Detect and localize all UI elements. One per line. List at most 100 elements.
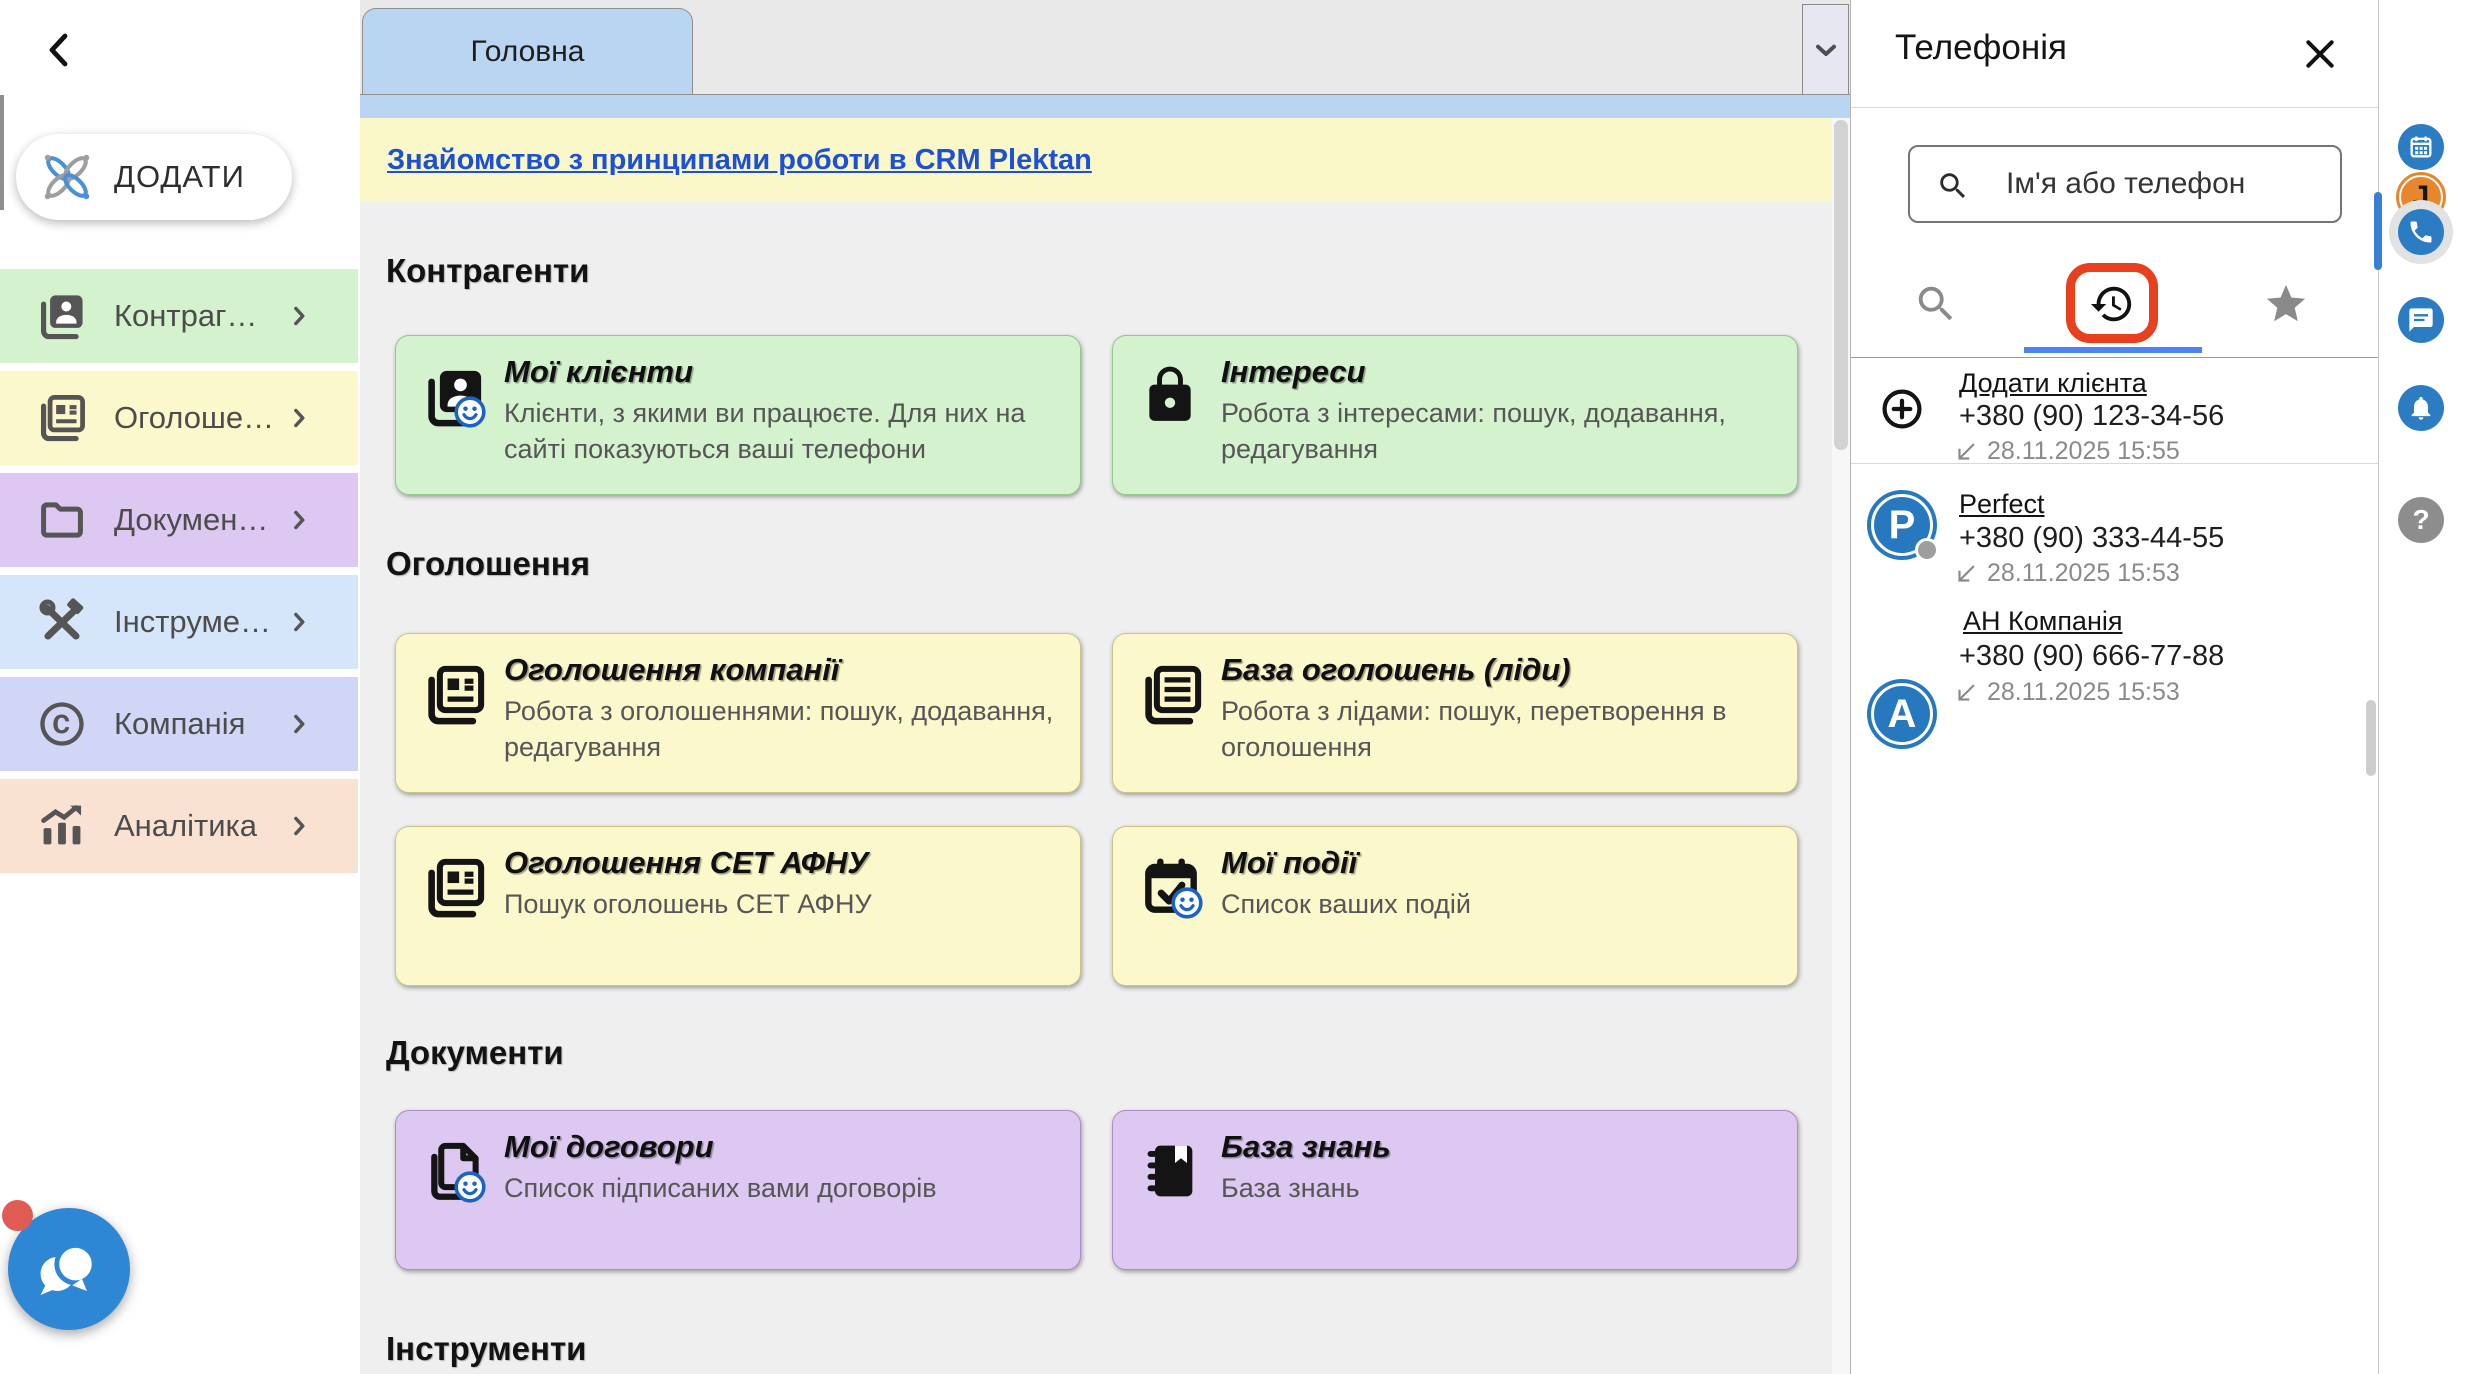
calendar-icon[interactable] [2398, 124, 2444, 170]
sidebar-item-tools[interactable]: Інструме… [0, 575, 358, 669]
history-timestamp: 28.11.2025 15:55 [1987, 437, 2180, 466]
sidebar-item-analytics[interactable]: Аналітика [0, 779, 358, 873]
contacts-icon [36, 290, 88, 342]
add-button[interactable]: ДОДАТИ [16, 134, 292, 220]
history-time-row: 28.11.2025 15:53 [1953, 559, 2180, 588]
sidebar-item-label: Оголоше… [114, 400, 284, 436]
sidebar-item-counterparties[interactable]: Контраг… [0, 269, 358, 363]
smiley-badge-icon [452, 1169, 488, 1205]
crm-app-window: ДОДАТИ Контраг… Оголоше… Докумен… Інстру… [0, 0, 2470, 1374]
panel-scrollbar-thumb[interactable] [2366, 700, 2376, 776]
close-icon[interactable] [2300, 34, 2340, 74]
tab-phone-favorites[interactable] [2256, 274, 2316, 334]
history-phone: +380 (90) 333-44-55 [1959, 522, 2224, 555]
history-phone: +380 (90) 666-77-88 [1959, 640, 2224, 673]
sidebar-item-label: Компанія [114, 706, 284, 742]
active-tab-underline [2024, 347, 2202, 353]
card-title: Оголошення СЕТ АФНУ [504, 845, 868, 881]
status-dot [1915, 538, 1939, 562]
help-icon[interactable]: ? [2398, 497, 2444, 543]
tab-home[interactable]: Головна [362, 8, 693, 95]
history-contact-link[interactable]: Perfect [1959, 489, 2045, 520]
sidebar-item-label: Контраг… [114, 298, 284, 334]
card-description: Список підписаних вами договорів [504, 1171, 1056, 1207]
card-interests[interactable]: Інтереси Робота з інтересами: пошук, дод… [1112, 335, 1798, 495]
phone-search-input[interactable] [1910, 147, 2340, 221]
card-knowledge-base[interactable]: База знань База знань [1112, 1110, 1798, 1270]
avatar[interactable]: P [1867, 490, 1937, 560]
sidebar-item-label: Аналітика [114, 808, 284, 844]
history-phone: +380 (90) 123-34-56 [1959, 400, 2224, 433]
sidebar: ДОДАТИ Контраг… Оголоше… Докумен… Інстру… [0, 0, 360, 1374]
section-title-tools: Інструменти [386, 1330, 586, 1368]
welcome-link[interactable]: Знайомство з принципами роботи в CRM Ple… [387, 144, 1092, 177]
annotation-red-circle [2066, 263, 2158, 343]
history-time-row: 28.11.2025 15:53 [1953, 678, 2180, 707]
card-description: База знань [1221, 1171, 1773, 1207]
history-timestamp: 28.11.2025 15:53 [1987, 559, 2180, 588]
card-my-contracts[interactable]: Мої договори Список підписаних вами дого… [395, 1110, 1081, 1270]
card-title: Оголошення компанії [504, 652, 839, 688]
phone-icon[interactable] [2398, 209, 2444, 255]
card-description: Робота з оголошеннями: пошук, додавання,… [504, 694, 1056, 765]
sidebar-item-label: Докумен… [114, 502, 284, 538]
main-scrollbar-thumb[interactable] [1834, 120, 1848, 450]
tools-icon [36, 596, 88, 648]
chevron-right-icon [284, 709, 314, 739]
history-time-row: 28.11.2025 15:55 [1953, 437, 2180, 466]
tabs-divider [1851, 357, 2378, 358]
card-my-clients[interactable]: Мої клієнти Клієнти, з якими ви працюєте… [395, 335, 1081, 495]
chevron-down-icon [1810, 34, 1842, 66]
ads-icon [422, 662, 488, 728]
search-icon [1913, 281, 1959, 327]
chevron-right-icon [284, 811, 314, 841]
card-ads-database[interactable]: База оголошень (ліди) Робота з лідами: п… [1112, 633, 1798, 793]
card-my-events[interactable]: Мої події Список ваших подій [1112, 826, 1798, 986]
smiley-badge-icon [1169, 885, 1205, 921]
card-title: Інтереси [1221, 354, 1365, 390]
card-title: База оголошень (ліди) [1221, 652, 1571, 688]
card-company-ads[interactable]: Оголошення компанії Робота з оголошенням… [395, 633, 1081, 793]
tab-phone-search[interactable] [1906, 274, 1966, 334]
telephony-panel-title: Телефонія [1895, 28, 2067, 68]
avatar[interactable]: A [1867, 679, 1937, 749]
folder-icon [36, 494, 88, 546]
sidebar-item-documents[interactable]: Докумен… [0, 473, 358, 567]
history-timestamp: 28.11.2025 15:53 [1987, 678, 2180, 707]
card-title: Мої договори [504, 1129, 714, 1165]
active-rail-indicator [2374, 192, 2382, 270]
chevron-right-icon [284, 403, 314, 433]
chat-icon[interactable] [2398, 297, 2444, 343]
history-contact-link[interactable]: АН Компанія [1963, 606, 2122, 637]
sidebar-item-label: Інструме… [114, 604, 284, 640]
tab-list-dropdown-button[interactable] [1802, 4, 1849, 95]
plus-circle-icon[interactable] [1880, 387, 1924, 431]
phone-search-box [1908, 145, 2342, 223]
lock-icon [1139, 364, 1205, 430]
plektan-logo-icon [38, 148, 96, 206]
tab-active-strip [360, 94, 1850, 118]
card-title: Мої події [1221, 845, 1357, 881]
section-title-documents: Документи [386, 1034, 564, 1072]
phone-icon-active-halo [2389, 200, 2453, 264]
copyright-icon [36, 698, 88, 750]
star-icon [2263, 281, 2309, 327]
card-description: Список ваших подій [1221, 887, 1773, 923]
chevron-right-icon [284, 301, 314, 331]
sidebar-scrollbar[interactable] [0, 95, 4, 210]
list-document-icon [1139, 662, 1205, 728]
card-description: Пошук оголошень СЕТ АФНУ [504, 887, 1056, 923]
ads-icon [36, 392, 88, 444]
avatar-letter: A [1888, 692, 1917, 737]
bell-icon[interactable] [2398, 385, 2444, 431]
analytics-icon [36, 800, 88, 852]
sidebar-item-ads[interactable]: Оголоше… [0, 371, 358, 465]
panel-header-divider [1851, 107, 2378, 108]
sidebar-item-company[interactable]: Компанія [0, 677, 358, 771]
history-add-client-link[interactable]: Додати клієнта [1959, 368, 2147, 399]
list-divider [1851, 463, 2378, 464]
back-button[interactable] [36, 26, 84, 74]
card-description: Робота з інтересами: пошук, додавання, р… [1221, 396, 1773, 467]
card-set-afnu-ads[interactable]: Оголошення СЕТ АФНУ Пошук оголошень СЕТ … [395, 826, 1081, 986]
avatar-letter: P [1889, 503, 1916, 548]
